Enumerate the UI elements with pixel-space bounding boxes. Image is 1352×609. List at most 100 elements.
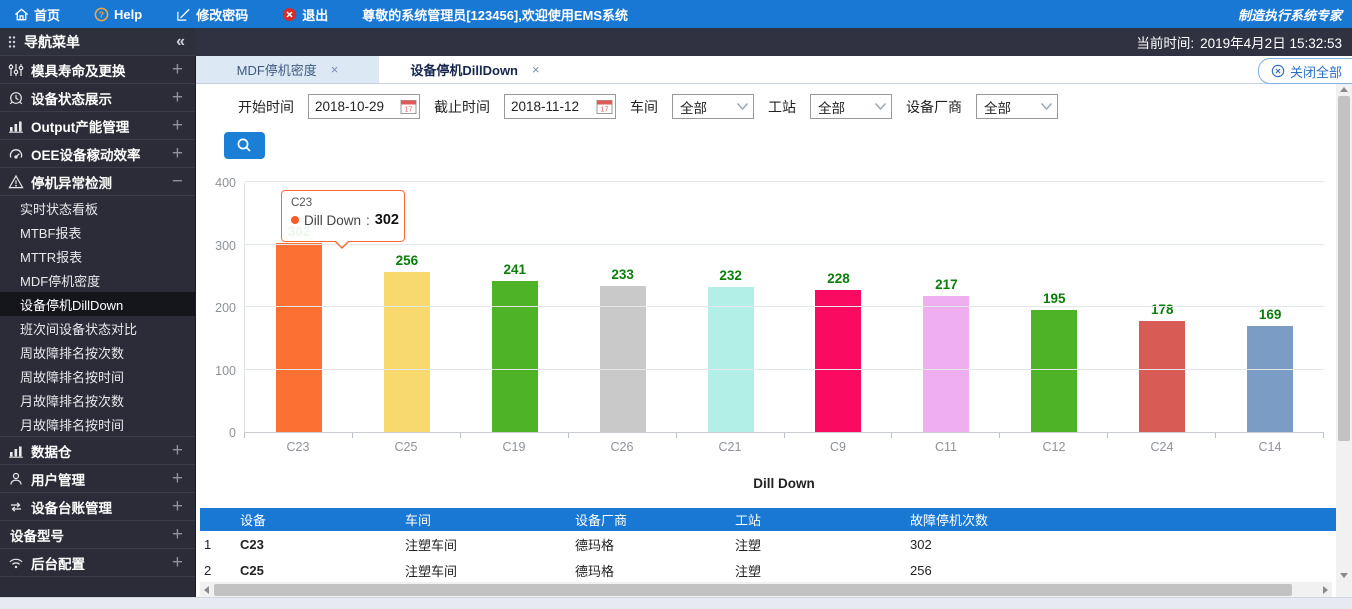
search-icon — [236, 137, 253, 154]
sidebar-item[interactable]: 模具寿命及更换+ — [0, 56, 195, 84]
chart-axis-title: Dill Down — [244, 476, 1324, 491]
table-cell: 2 — [200, 557, 236, 583]
expand-plus-icon[interactable]: + — [172, 60, 183, 79]
expand-plus-icon[interactable]: + — [172, 553, 183, 572]
scroll-up-arrow-icon[interactable] — [1340, 87, 1348, 92]
device-link[interactable]: C23 — [236, 531, 401, 557]
table-row[interactable]: 2C25注塑车间德玛格注塑256 — [200, 557, 1348, 583]
gauge-icon — [8, 146, 26, 162]
tab-close-icon[interactable]: × — [331, 62, 339, 77]
sidebar-submenu-item[interactable]: 周故障排名按次数 — [0, 340, 195, 364]
collapse-minus-icon[interactable]: − — [172, 172, 183, 191]
scroll-left-arrow-icon[interactable] — [204, 586, 209, 594]
logout-button[interactable]: 退出 — [282, 5, 328, 24]
bar-C25[interactable] — [384, 272, 430, 432]
expand-plus-icon[interactable]: + — [172, 116, 183, 135]
scroll-right-arrow-icon[interactable] — [1323, 586, 1328, 594]
workshop-select[interactable]: 全部 — [672, 94, 754, 119]
sidebar-item[interactable]: 设备状态展示+ — [0, 84, 195, 112]
tooltip-value: 302 — [375, 212, 399, 228]
horizontal-scroll-thumb[interactable] — [214, 584, 1292, 596]
change-password-label: 修改密码 — [196, 5, 248, 24]
gridline — [245, 369, 1324, 370]
vendor-label: 设备厂商 — [906, 97, 962, 117]
sidebar-item[interactable]: 停机异常检测− — [0, 168, 195, 196]
time-strip: 当前时间: 2019年4月2日 15:32:53 — [195, 28, 1352, 56]
bottom-strip — [0, 597, 1352, 609]
bar-C21[interactable] — [708, 287, 754, 432]
y-axis-labels: 0100200300400 — [204, 183, 244, 433]
table-header-row: 设备车间设备厂商工站故障停机次数 — [200, 508, 1348, 531]
vertical-scrollbar[interactable] — [1336, 84, 1352, 581]
current-time-label: 当前时间: — [1136, 32, 1194, 52]
sidebar-item[interactable]: 设备台账管理+ — [0, 493, 195, 521]
barchart-icon — [8, 443, 26, 459]
sidebar-item[interactable]: 设备型号+ — [0, 521, 195, 549]
change-password-button[interactable]: 修改密码 — [176, 5, 248, 24]
bar-C19[interactable] — [492, 281, 538, 432]
bar-slot: 178 — [1108, 183, 1216, 432]
station-value: 全部 — [818, 97, 845, 117]
sidebar-submenu-item[interactable]: MDF停机密度 — [0, 268, 195, 292]
horizontal-scrollbar[interactable] — [200, 582, 1332, 597]
bar-C12[interactable] — [1031, 310, 1077, 432]
bar-slot: 217 — [892, 183, 1000, 432]
sidebar-item[interactable]: 后台配置+ — [0, 549, 195, 577]
sidebar-submenu-item[interactable]: 设备停机DillDown — [0, 292, 195, 316]
sidebar-item[interactable]: 数据仓+ — [0, 437, 195, 465]
bar-C14[interactable] — [1247, 326, 1293, 432]
sidebar-submenu-item[interactable]: MTBF报表 — [0, 220, 195, 244]
bar-C11[interactable] — [923, 296, 969, 432]
expand-plus-icon[interactable]: + — [172, 525, 183, 544]
app-window: 首页 ? Help 修改密码 退出 尊敬的系统管理员[123456],欢迎使用E… — [0, 0, 1352, 609]
sidebar-submenu-item[interactable]: 月故障排名按时间 — [0, 412, 195, 436]
grid-dots-icon — [8, 35, 16, 49]
bar-C9[interactable] — [815, 290, 861, 433]
sidebar-item[interactable]: OEE设备稼动效率+ — [0, 140, 195, 168]
scroll-down-arrow-icon[interactable] — [1340, 573, 1348, 578]
calendar-icon[interactable]: 17 — [400, 98, 417, 115]
report-panel: 开始时间 17 截止时间 17 车间 全部 工站 — [196, 84, 1352, 597]
tooltip-separator: : — [366, 213, 370, 228]
sidebar-submenu-item[interactable]: 班次间设备状态对比 — [0, 316, 195, 340]
expand-plus-icon[interactable]: + — [172, 469, 183, 488]
calendar-icon[interactable]: 17 — [596, 98, 613, 115]
tab-close-icon[interactable]: × — [532, 62, 540, 77]
vendor-select[interactable]: 全部 — [976, 94, 1058, 119]
expand-plus-icon[interactable]: + — [172, 144, 183, 163]
sidebar-item[interactable]: Output产能管理 + — [0, 112, 195, 140]
gridline — [245, 181, 1324, 182]
expand-plus-icon[interactable]: + — [172, 497, 183, 516]
sidebar-item-label: Output产能管理 — [31, 116, 129, 136]
bar-C23[interactable] — [276, 243, 322, 432]
sidebar-submenu-item[interactable]: 实时状态看板 — [0, 196, 195, 220]
filter-row: 开始时间 17 截止时间 17 车间 全部 工站 — [238, 94, 1058, 119]
scrollbar-corner — [1336, 581, 1352, 597]
help-button[interactable]: ? Help — [94, 7, 142, 22]
close-all-tabs-button[interactable]: 关闭全部 — [1258, 58, 1352, 84]
workshop-value: 全部 — [680, 97, 707, 117]
sidebar-submenu-item[interactable]: 周故障排名按时间 — [0, 364, 195, 388]
bar-C26[interactable] — [600, 286, 646, 432]
table-cell: 注塑车间 — [401, 531, 571, 557]
sidebar-item[interactable]: 用户管理+ — [0, 465, 195, 493]
station-select[interactable]: 全部 — [810, 94, 892, 119]
sync-icon — [8, 499, 26, 515]
tab-device-dilldown[interactable]: 设备停机DillDown × — [379, 56, 571, 83]
bar-value-label: 256 — [396, 253, 419, 268]
home-button[interactable]: 首页 — [14, 5, 60, 24]
expand-plus-icon[interactable]: + — [172, 88, 183, 107]
table-row[interactable]: 1C23注塑车间德玛格注塑302 — [200, 531, 1348, 557]
device-link[interactable]: C25 — [236, 557, 401, 583]
table-cell: 注塑 — [731, 557, 906, 583]
search-button[interactable] — [224, 132, 265, 159]
sidebar-submenu-item[interactable]: 月故障排名按次数 — [0, 388, 195, 412]
tab-label: MDF停机密度 — [237, 60, 317, 79]
bar-C24[interactable] — [1139, 321, 1185, 432]
circle-x-icon — [1271, 64, 1285, 78]
expand-plus-icon[interactable]: + — [172, 441, 183, 460]
sidebar-submenu-item[interactable]: MTTR报表 — [0, 244, 195, 268]
tab-mdf-density[interactable]: MDF停机密度 × — [196, 56, 379, 83]
vertical-scroll-thumb[interactable] — [1338, 96, 1350, 441]
sidebar-collapse-button[interactable]: « — [176, 33, 185, 51]
